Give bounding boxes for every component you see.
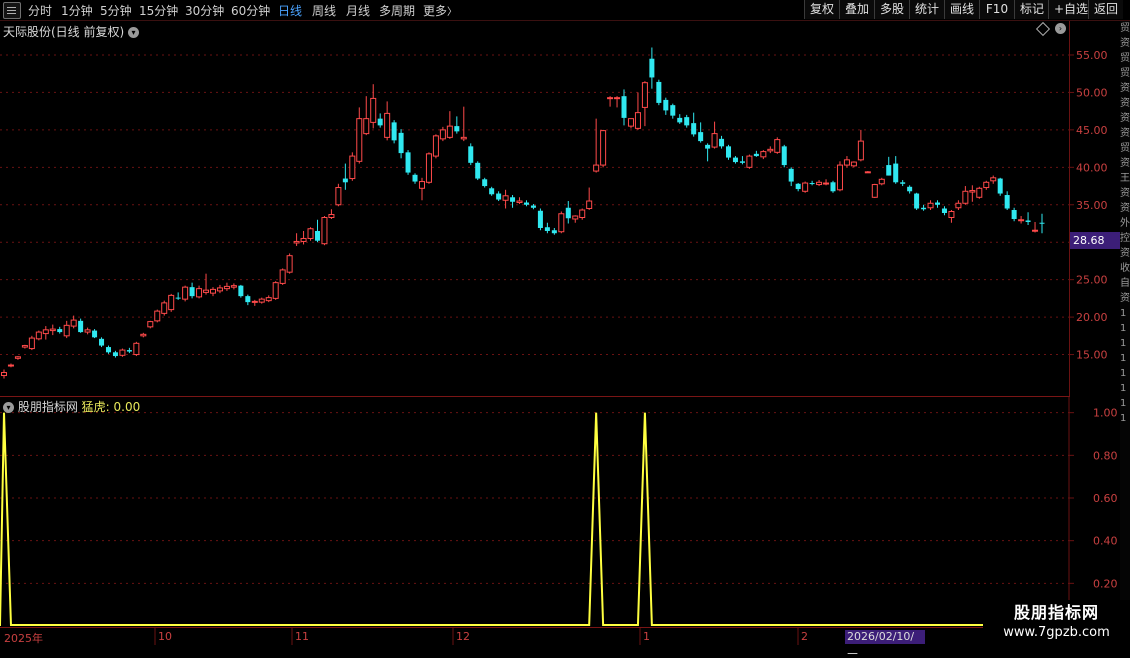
right-strip-char: 资	[1120, 188, 1130, 199]
price-axis-label: 20.00	[1076, 311, 1108, 324]
right-strip-char: 1	[1120, 338, 1127, 349]
stock-title: 天际股份(日线 前复权)	[3, 25, 125, 39]
status-line	[0, 645, 1130, 650]
right-strip-char: 1	[1120, 353, 1127, 364]
chevron-right-icon[interactable]: ›	[1055, 23, 1066, 34]
watermark-title: 股朋指标网	[1013, 603, 1099, 622]
indicator-axis-label: 0.80	[1093, 449, 1118, 462]
period-tab-1min[interactable]: 1分钟	[61, 2, 93, 19]
watermark-url: www.7gpzb.com	[1003, 625, 1110, 640]
right-strip-char: 贸	[1120, 68, 1130, 79]
indicator-line	[0, 412, 1069, 626]
x-label-feb: 2	[801, 630, 808, 643]
indicator-axis-label: 0.20	[1093, 577, 1118, 590]
period-tab-daily[interactable]: 日线	[278, 2, 302, 19]
right-strip-char: 资	[1120, 113, 1130, 124]
indicator-axis-label: 1.00	[1093, 407, 1118, 420]
watermark: 股朋指标网 www.7gpzb.com	[983, 600, 1130, 644]
right-strip-char: 资	[1120, 83, 1130, 94]
indicator-value: 猛虎: 0.00	[81, 400, 141, 414]
x-label-dec: 12	[456, 630, 470, 643]
indicator-axis-label: 0.60	[1093, 492, 1118, 505]
period-tab-fenshi[interactable]: 分时	[28, 2, 52, 19]
period-tab-15min[interactable]: 15分钟	[139, 2, 178, 19]
right-strip-char: 1	[1120, 308, 1127, 319]
right-strip-char: 1	[1120, 383, 1127, 394]
statistics-button[interactable]: 统计	[909, 0, 944, 19]
price-axis-label: 50.00	[1076, 86, 1108, 99]
right-strip-char: 资	[1120, 248, 1130, 259]
overlay-button[interactable]: 叠加	[839, 0, 874, 19]
chevron-down-icon[interactable]: ▾	[3, 402, 14, 413]
back-button[interactable]: 返回	[1088, 0, 1123, 19]
chevron-down-icon[interactable]: ▾	[128, 27, 140, 38]
right-strip-char: 资	[1120, 128, 1130, 139]
x-label-2025: 2025年	[4, 632, 43, 645]
right-strip-char: 1	[1120, 413, 1127, 424]
right-strip-char: 1	[1120, 368, 1127, 379]
menu-icon[interactable]	[3, 2, 21, 19]
f10-button[interactable]: F10	[979, 0, 1014, 19]
price-axis-label: 25.00	[1076, 274, 1108, 287]
x-label-oct: 10	[158, 630, 172, 643]
right-strip-char: 资	[1120, 38, 1130, 49]
pane-divider[interactable]	[0, 396, 1070, 397]
right-info-strip: 贸资贸贸资资资资贸资王资资外控资收自资11111111	[1120, 21, 1130, 626]
indicator-title: ▾ 股朋指标网 猛虎: 0.00	[3, 398, 140, 415]
more-label: 更多	[423, 4, 448, 18]
cursor-date-tag: 2026/02/10/二	[845, 630, 925, 657]
period-tab-30min[interactable]: 30分钟	[185, 2, 224, 19]
last-price-tag: 28.68	[1070, 232, 1120, 249]
right-strip-char: 资	[1120, 158, 1130, 169]
period-tab-multi[interactable]: 多周期	[379, 2, 415, 19]
x-label-nov: 11	[295, 630, 309, 643]
indicator-name: 股朋指标网	[17, 400, 78, 414]
period-tab-weekly[interactable]: 周线	[312, 2, 336, 19]
right-strip-char: 收	[1120, 263, 1130, 274]
chevron-right-icon: 〉	[447, 7, 458, 18]
fuquan-button[interactable]: 复权	[804, 0, 839, 19]
right-strip-char: 王	[1120, 173, 1130, 184]
right-strip-char: 资	[1120, 203, 1130, 214]
add-favorite-button[interactable]: +自选	[1048, 0, 1088, 19]
period-tab-60min[interactable]: 60分钟	[231, 2, 270, 19]
x-label-jan: 1	[643, 630, 650, 643]
right-strip-char: 贸	[1120, 23, 1130, 34]
right-strip-char: 资	[1120, 98, 1130, 109]
price-axis-label: 15.00	[1076, 349, 1108, 362]
indicator-axis-label: 0.40	[1093, 535, 1118, 548]
right-strip-char: 自	[1120, 278, 1130, 289]
price-axis-label: 55.00	[1076, 49, 1108, 62]
period-tab-more[interactable]: 更多〉	[423, 2, 457, 19]
right-strip-char: 资	[1120, 293, 1130, 304]
period-tab-monthly[interactable]: 月线	[346, 2, 370, 19]
multi-stock-button[interactable]: 多股	[874, 0, 909, 19]
right-strip-char: 控	[1120, 233, 1130, 244]
right-strip-char: 外	[1120, 218, 1130, 229]
price-axis-label: 40.00	[1076, 161, 1108, 174]
period-toolbar: 分时 1分钟 5分钟 15分钟 30分钟 60分钟 日线 周线 月线 多周期 更…	[0, 0, 1130, 21]
right-strip-char: 贸	[1120, 53, 1130, 64]
period-tab-5min[interactable]: 5分钟	[100, 2, 132, 19]
right-strip-char: 1	[1120, 398, 1127, 409]
price-axis-label: 45.00	[1076, 124, 1108, 137]
chart-title: 天际股份(日线 前复权) ▾	[3, 23, 140, 40]
mark-button[interactable]: 标记	[1014, 0, 1048, 19]
draw-line-button[interactable]: 画线	[944, 0, 979, 19]
price-axis-label: 35.00	[1076, 199, 1108, 212]
right-strip-char: 1	[1120, 323, 1127, 334]
right-strip-char: 贸	[1120, 143, 1130, 154]
main-chart-frame	[0, 21, 1070, 397]
